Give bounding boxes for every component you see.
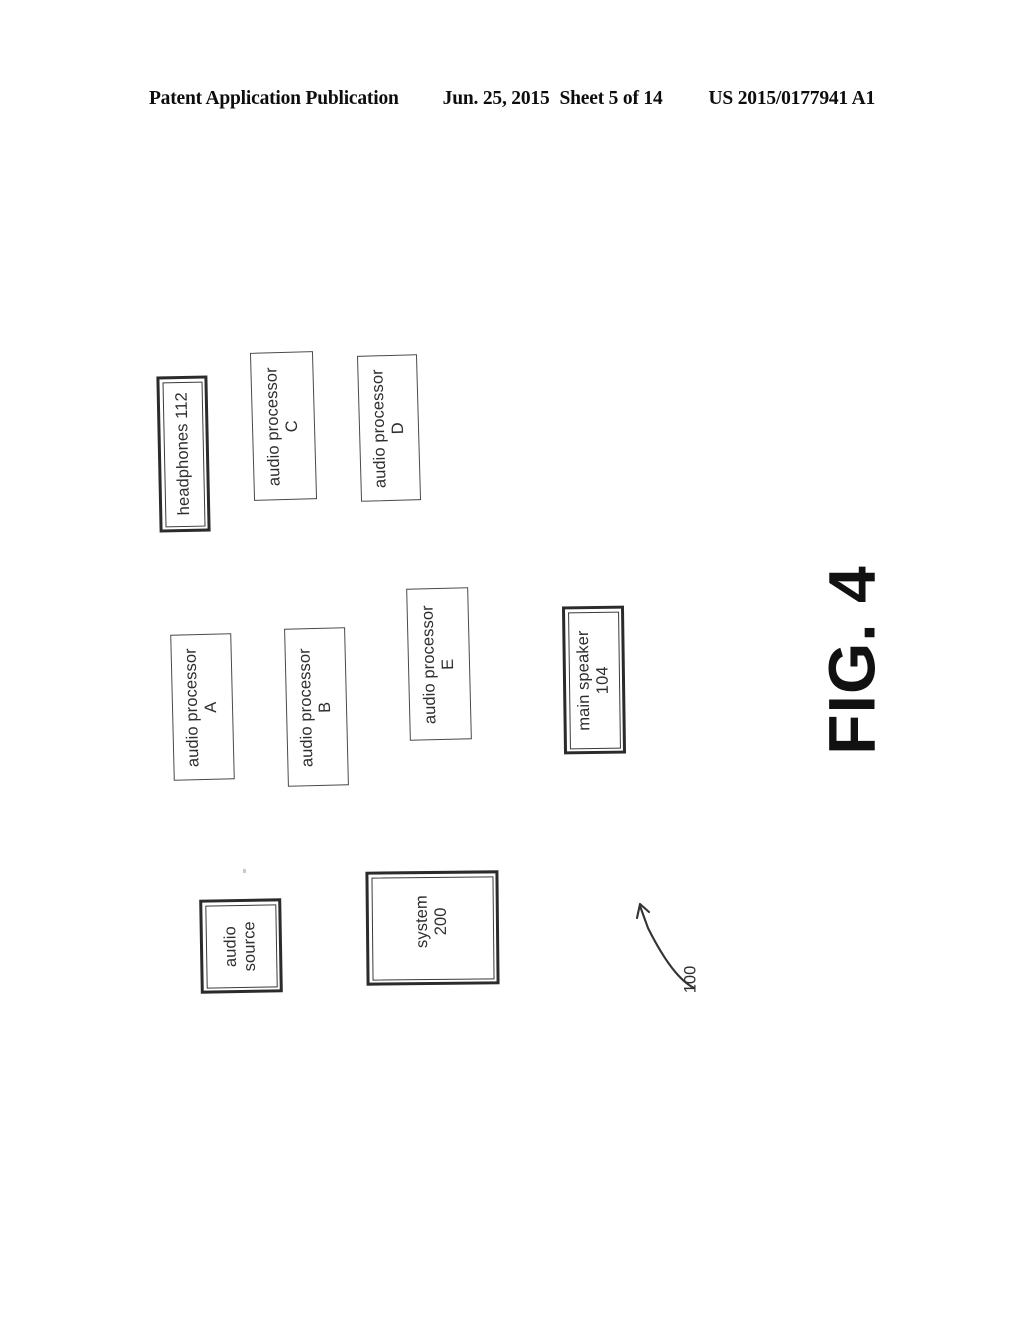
block-audio-processor-d-line1: audio processor (367, 368, 390, 488)
block-system-line2: 200 (432, 907, 451, 936)
block-headphones-line1: headphones 112 (172, 392, 194, 516)
block-audio-processor-c: audio processor C (249, 351, 318, 501)
block-system-label: system 200 (413, 895, 452, 948)
block-audio-processor-e-line1: audio processor (418, 604, 439, 724)
block-audio-processor-a-line1: audio processor (181, 647, 203, 767)
block-audio-source-line2: source (240, 920, 260, 972)
block-main-speaker: main speaker 104 (561, 605, 627, 755)
block-main-speaker-line1: main speaker (573, 629, 594, 731)
block-audio-processor-d-label: audio processor D (368, 368, 410, 488)
block-audio-processor-d: audio processor D (356, 354, 422, 502)
scan-artifact-speck (243, 869, 246, 873)
block-audio-processor-c-line2: C (283, 419, 302, 433)
block-audio-processor-a-line2: A (202, 701, 221, 713)
block-audio-processor-c-line1: audio processor (262, 366, 284, 486)
block-audio-processor-b: audio processor B (284, 627, 349, 787)
block-audio-processor-a-label: audio processor A (182, 647, 224, 767)
block-audio-processor-e-line2: E (438, 658, 458, 670)
block-main-speaker-label: main speaker 104 (573, 629, 614, 731)
block-headphones-label: headphones 112 (172, 392, 194, 516)
figure-title: FIG. 4 (737, 520, 967, 800)
block-audio-source-label: audio source (221, 921, 261, 972)
block-audio-processor-e: audio processor E (406, 587, 472, 741)
block-system-line1: system (412, 895, 432, 949)
block-audio-processor-e-label: audio processor E (418, 604, 460, 724)
figure-title-text: FIG. 4 (815, 565, 889, 755)
reference-numeral-100-text: 100 (681, 965, 700, 993)
block-audio-processor-a: audio processor A (170, 633, 235, 781)
block-main-speaker-line2: 104 (593, 665, 613, 694)
block-audio-processor-c-label: audio processor C (262, 366, 304, 486)
block-audio-source: audio source (199, 898, 283, 994)
figure-4-drawing: headphones 112 audio processor C audio p… (0, 0, 1024, 1320)
reference-numeral-100: 100 (662, 948, 720, 1010)
block-headphones: headphones 112 (156, 375, 211, 533)
block-audio-processor-d-line2: D (388, 421, 408, 435)
block-audio-source-line1: audio (221, 925, 240, 967)
block-audio-processor-b-line2: B (316, 701, 335, 713)
block-system: system 200 (365, 870, 500, 986)
block-audio-processor-b-label: audio processor B (296, 647, 338, 767)
block-audio-processor-b-line1: audio processor (295, 647, 317, 767)
